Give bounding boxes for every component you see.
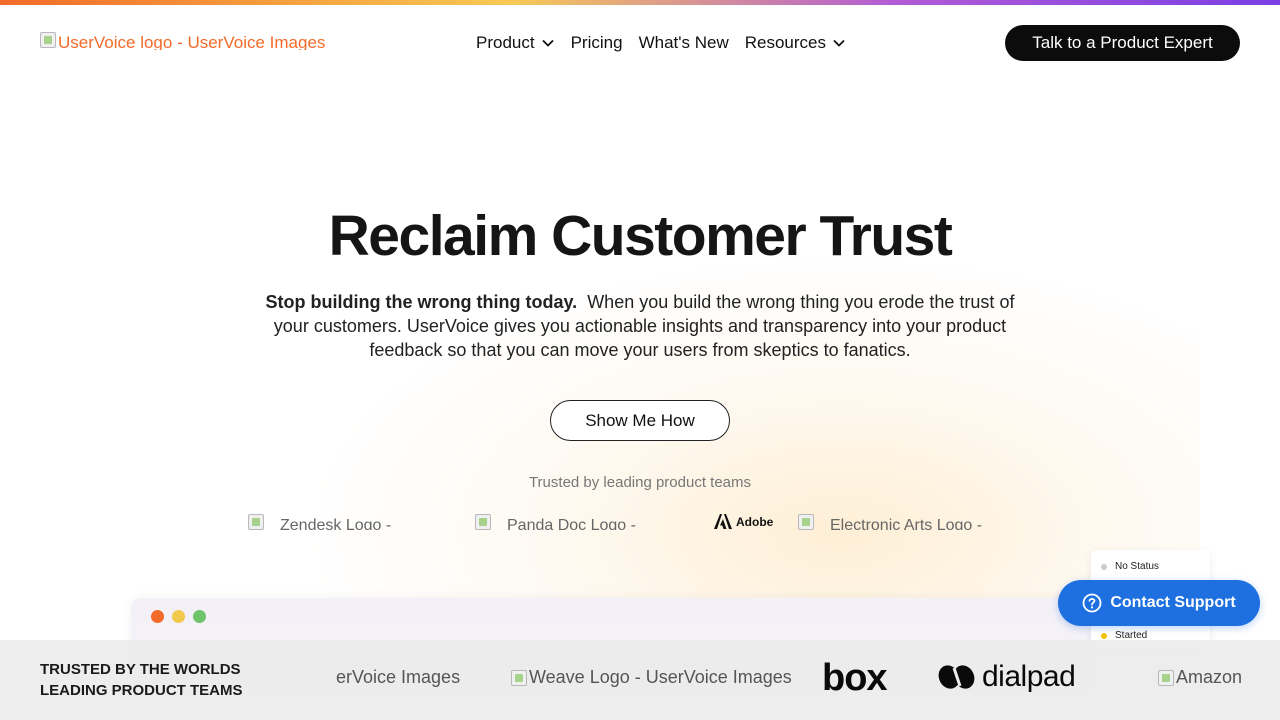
adobe-logo: Adobe (714, 514, 773, 529)
pandadoc-logo: Panda Doc Logo - (475, 514, 667, 530)
broken-image-icon (475, 514, 491, 530)
contact-support-label: Contact Support (1110, 594, 1236, 611)
nav-product-label: Product (476, 33, 535, 52)
weave-logo-alt: Weave Logo - UserVoice Images (529, 667, 792, 687)
trusted-label: Trusted by leading product teams (528, 474, 752, 491)
broken-image-icon (1158, 669, 1174, 686)
dialpad-logo: dialpad (938, 660, 1076, 694)
site-header: UserVoice logo - UserVoice Images Produc… (0, 5, 1280, 81)
amazon-logo-alt: Amazon (1176, 667, 1243, 687)
adobe-icon (714, 514, 732, 529)
uservoice-footer-logo: erVoice Images (336, 667, 460, 688)
electronic-arts-logo: Electronic Arts Logo - (798, 514, 1014, 530)
hero-subtitle: Stop building the wrong thing today. Whe… (250, 290, 1030, 362)
window-close-dot (151, 610, 164, 623)
page: UserVoice logo - UserVoice Images Produc… (0, 0, 1280, 720)
chevron-down-icon (833, 39, 845, 47)
nav-resources-label: Resources (744, 33, 826, 52)
show-me-how-button[interactable]: Show Me How (550, 400, 730, 441)
status-dot (1101, 563, 1107, 570)
nav-product[interactable]: Product (476, 29, 555, 57)
chevron-down-icon (541, 39, 554, 47)
broken-image-icon (511, 669, 527, 686)
uservoice-logo[interactable]: UserVoice logo - UserVoice Images (40, 32, 325, 54)
nav-whats-new-label: What's New (638, 33, 729, 52)
electronic-arts-logo-alt: Electronic Arts Logo - (830, 517, 983, 530)
status-label: No Status (1115, 561, 1159, 572)
dialpad-name: dialpad (982, 660, 1076, 693)
zendesk-logo: Zendesk Logo - (248, 514, 426, 530)
status-dot (1101, 632, 1107, 639)
adobe-name: Adobe (736, 514, 774, 529)
window-maximize-dot (193, 610, 206, 623)
contact-support-button[interactable]: Contact Support (1058, 580, 1260, 626)
main-nav: Product Pricing What's New Resources (476, 29, 846, 57)
zendesk-logo-alt: Zendesk Logo - (280, 517, 392, 530)
help-question-icon (1082, 593, 1102, 613)
amazon-logo: Amazon (1158, 667, 1242, 688)
broken-image-icon (40, 32, 56, 48)
hero-subtitle-bold: Stop building the wrong thing today. (265, 292, 578, 312)
footer-title: TRUSTED BY THE WORLDS LEADING PRODUCT TE… (40, 659, 243, 701)
footer-title-line2: LEADING PRODUCT TEAMS (40, 682, 243, 699)
nav-pricing[interactable]: Pricing (571, 29, 623, 57)
trusted-footer-band: TRUSTED BY THE WORLDS LEADING PRODUCT TE… (0, 640, 1280, 720)
nav-whats-new[interactable]: What's New (639, 29, 729, 57)
pandadoc-logo-alt: Panda Doc Logo - (507, 517, 636, 530)
talk-to-expert-button[interactable]: Talk to a Product Expert (1005, 25, 1240, 61)
nav-pricing-label: Pricing (570, 33, 623, 52)
nav-resources[interactable]: Resources (745, 29, 846, 57)
window-minimize-dot (172, 610, 185, 623)
status-no-status: No Status (1101, 561, 1159, 572)
customer-logos: Zendesk Logo - Panda Doc Logo - Electron… (0, 514, 1280, 532)
dialpad-icon (938, 665, 975, 689)
hero-title: Reclaim Customer Trust (328, 204, 953, 268)
uservoice-footer-logo-alt: erVoice Images (336, 667, 461, 687)
weave-logo: Weave Logo - UserVoice Images (511, 667, 792, 688)
box-logo: box (822, 657, 888, 699)
footer-title-line1: TRUSTED BY THE WORLDS (40, 661, 241, 678)
broken-image-icon (798, 514, 814, 530)
logo-alt-text: UserVoice logo - UserVoice Images (58, 33, 326, 50)
broken-image-icon (248, 514, 264, 530)
